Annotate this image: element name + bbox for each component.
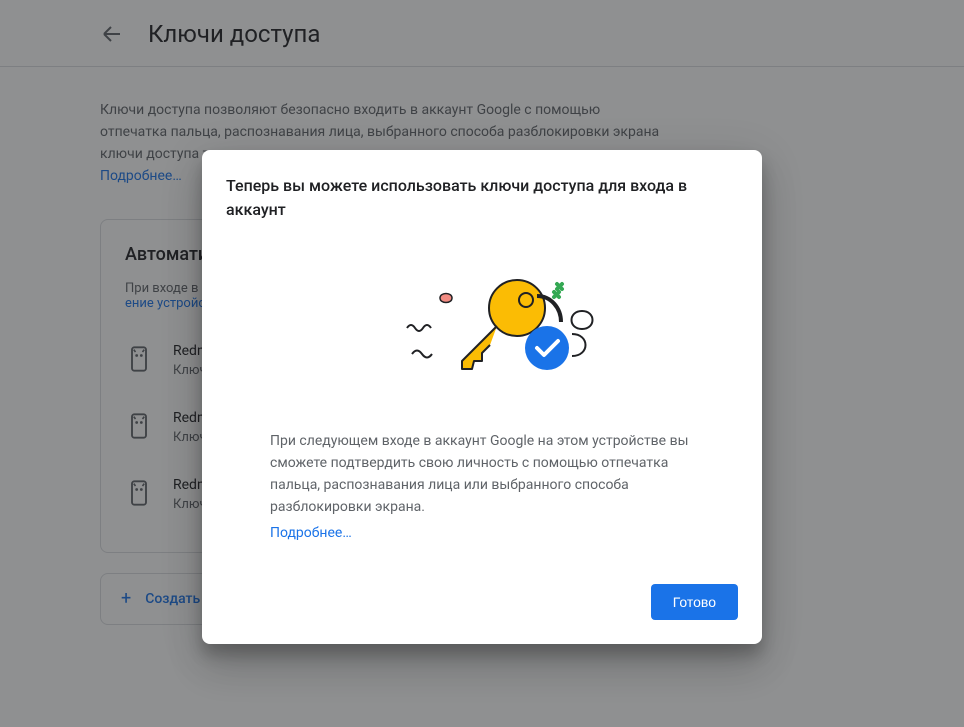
modal-overlay[interactable]: Теперь вы можете использовать ключи дост… <box>0 0 964 727</box>
done-button[interactable]: Готово <box>651 584 738 620</box>
dialog-title: Теперь вы можете использовать ключи дост… <box>226 174 706 222</box>
dialog-learn-more-link[interactable]: Подробнее… <box>270 522 352 544</box>
dialog-body-text: При следующем входе в аккаунт Google на … <box>270 433 688 515</box>
key-illustration <box>226 246 738 406</box>
dialog-body: При следующем входе в аккаунт Google на … <box>226 430 738 544</box>
passkey-ready-dialog: Теперь вы можете использовать ключи дост… <box>202 150 762 644</box>
